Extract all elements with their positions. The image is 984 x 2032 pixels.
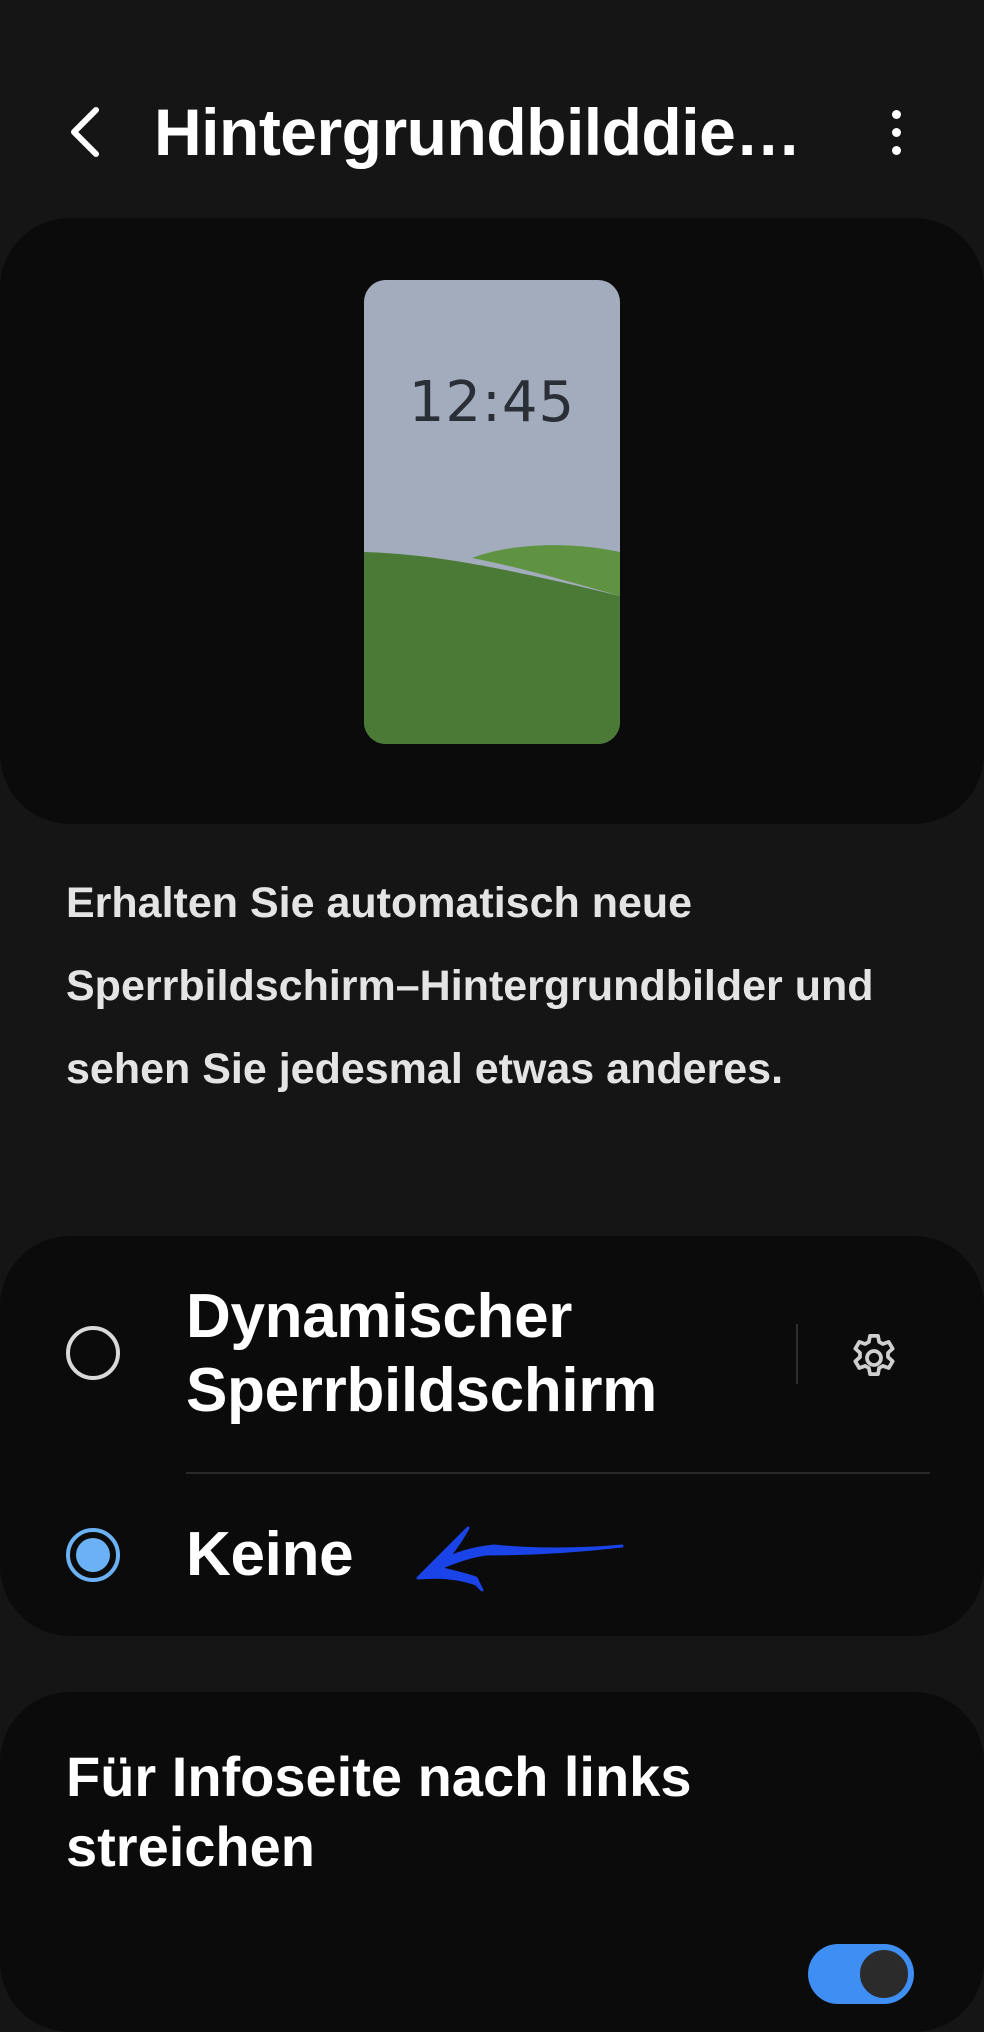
description-text: Erhalten Sie automatisch neue Sperrbilds… (66, 879, 874, 1093)
radio-keine[interactable] (66, 1528, 120, 1582)
vertical-divider (796, 1324, 798, 1384)
page-title: Hintergrundbilddien… (154, 95, 834, 169)
wallpaper-preview-card: 12:45 (0, 218, 984, 824)
option-label-line2: Sperrbildschirm (186, 1356, 657, 1425)
option-divider (186, 1472, 930, 1474)
swipe-info-card: Für Infoseite nach links streichen (0, 1692, 984, 2032)
radio-dynamic-lockscreen[interactable] (66, 1326, 120, 1380)
gear-icon (853, 1333, 895, 1376)
chevron-left-icon (71, 107, 99, 157)
lockscreen-preview: 12:45 (364, 280, 620, 744)
option-keine-label[interactable]: Keine (186, 1518, 354, 1592)
more-options-button[interactable] (872, 100, 920, 164)
wallpaper-service-options: Dynamischer Sperrbildschirm Keine (0, 1236, 984, 1636)
preview-clock: 12:45 (408, 370, 576, 435)
swipe-info-toggle[interactable] (808, 1944, 914, 2004)
toggle-knob (856, 1946, 912, 2002)
swipe-info-label: Für Infoseite nach links streichen (66, 1745, 692, 1878)
hand-drawn-arrow-icon (416, 1526, 624, 1592)
more-vertical-icon (891, 109, 901, 119)
back-button[interactable] (60, 100, 112, 164)
app-bar: Hintergrundbilddien… (0, 0, 984, 215)
landscape-illustration (364, 545, 620, 744)
dynamic-lockscreen-settings-button[interactable] (842, 1326, 906, 1390)
option-dynamic-lockscreen-label[interactable]: Dynamischer Sperrbildschirm (186, 1280, 657, 1428)
option-label-line1: Dynamischer (186, 1282, 573, 1351)
